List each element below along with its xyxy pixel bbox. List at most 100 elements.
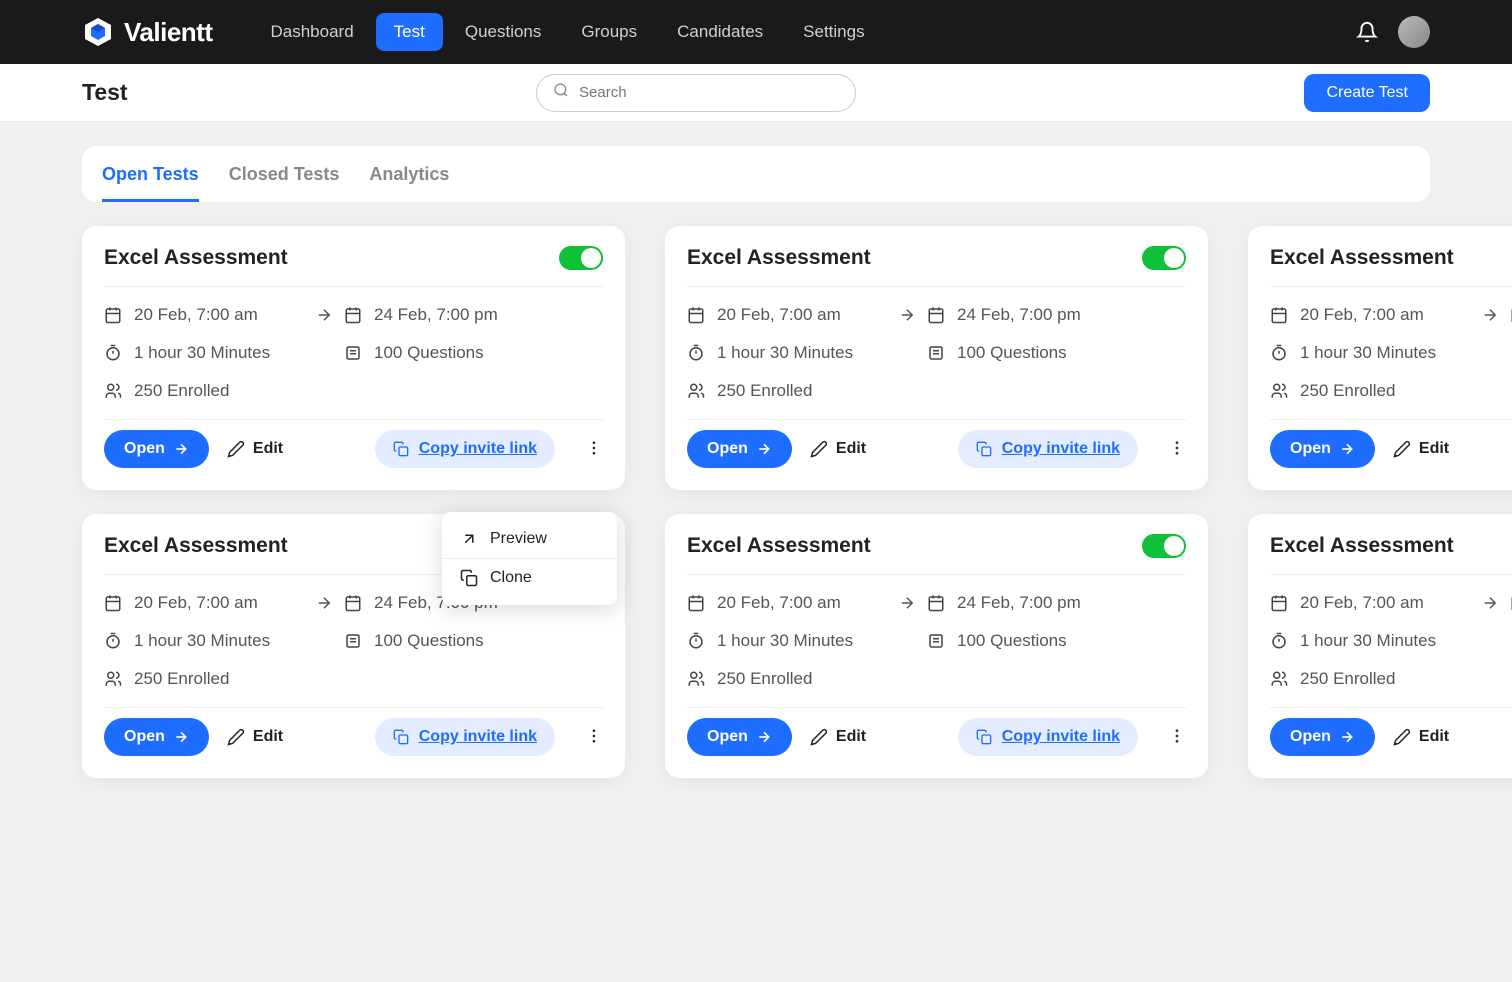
edit-button[interactable]: Edit xyxy=(810,440,866,458)
more-button[interactable] xyxy=(1168,727,1186,748)
logo-icon xyxy=(82,16,114,48)
arrow-right-icon xyxy=(1339,441,1355,457)
calendar-icon xyxy=(1270,594,1288,612)
open-button[interactable]: Open xyxy=(104,718,209,756)
calendar-icon xyxy=(687,306,705,324)
test-card: Excel Assessment 20 Feb, 7:00 am24 Feb, … xyxy=(665,514,1208,778)
end-date: 24 Feb, 7:00 pm xyxy=(374,305,498,325)
nav-settings[interactable]: Settings xyxy=(785,13,882,51)
cards-row-1: Excel Assessment 20 Feb, 7:00 am 24 Feb,… xyxy=(82,226,1512,490)
questions: 100 Questions xyxy=(374,343,484,363)
tab-closed-tests[interactable]: Closed Tests xyxy=(229,164,340,202)
more-button[interactable] xyxy=(1168,439,1186,460)
sub-header: Test Create Test xyxy=(0,64,1512,122)
search-box[interactable] xyxy=(536,74,856,112)
test-card: Excel Assessment 20 Feb, 7:00 am24 Feb, … xyxy=(1248,226,1512,490)
clone-icon xyxy=(460,569,478,587)
timer-icon xyxy=(687,344,705,362)
open-button[interactable]: Open xyxy=(687,718,792,756)
pencil-icon xyxy=(810,728,828,746)
edit-button[interactable]: Edit xyxy=(810,728,866,746)
questions-icon xyxy=(927,344,945,362)
arrow-right-icon xyxy=(756,441,772,457)
dropdown-clone[interactable]: Clone xyxy=(442,559,617,597)
copy-icon xyxy=(976,729,992,745)
edit-button[interactable]: Edit xyxy=(1393,728,1449,746)
tab-analytics[interactable]: Analytics xyxy=(369,164,449,202)
nav-candidates[interactable]: Candidates xyxy=(659,13,781,51)
dropdown-preview[interactable]: Preview xyxy=(442,520,617,559)
edit-button[interactable]: Edit xyxy=(227,728,283,746)
enrolled-icon xyxy=(1270,670,1288,688)
test-card: Excel Assessment 20 Feb, 7:00 am24 Feb, … xyxy=(665,226,1208,490)
arrow-right-icon xyxy=(1470,306,1510,324)
open-button[interactable]: Open xyxy=(1270,718,1375,756)
open-button[interactable]: Open xyxy=(104,430,209,468)
arrow-right-icon xyxy=(1470,594,1510,612)
nav-questions[interactable]: Questions xyxy=(447,13,560,51)
toggle-switch[interactable] xyxy=(1142,246,1186,270)
enrolled: 250 Enrolled xyxy=(134,381,229,401)
arrow-right-icon xyxy=(887,594,927,612)
card-title: Excel Assessment xyxy=(104,534,288,558)
edit-button[interactable]: Edit xyxy=(1393,440,1449,458)
brand-name: Valientt xyxy=(124,17,212,48)
nav-dashboard[interactable]: Dashboard xyxy=(252,13,371,51)
copy-icon xyxy=(393,729,409,745)
bell-icon[interactable] xyxy=(1356,21,1378,43)
arrow-right-icon xyxy=(173,729,189,745)
more-dropdown: Preview Clone xyxy=(442,512,617,605)
tab-open-tests[interactable]: Open Tests xyxy=(102,164,199,202)
card-title: Excel Assessment xyxy=(104,246,288,270)
nav-right xyxy=(1356,16,1430,48)
logo[interactable]: Valientt xyxy=(82,16,212,48)
questions-icon xyxy=(927,632,945,650)
tabs: Open Tests Closed Tests Analytics xyxy=(82,146,1430,202)
search-icon xyxy=(553,82,569,103)
calendar-icon xyxy=(104,306,122,324)
create-test-button[interactable]: Create Test xyxy=(1304,74,1430,112)
card-header: Excel Assessment xyxy=(104,246,603,287)
more-vertical-icon xyxy=(1168,439,1186,457)
copy-invite-button[interactable]: Copy invite link xyxy=(375,430,555,468)
top-navigation: Valientt Dashboard Test Questions Groups… xyxy=(0,0,1512,64)
test-card: Excel Assessment 20 Feb, 7:00 am 24 Feb,… xyxy=(82,226,625,490)
open-button[interactable]: Open xyxy=(687,430,792,468)
more-button[interactable] xyxy=(585,439,603,460)
card-title: Excel Assessment xyxy=(1270,534,1454,558)
pencil-icon xyxy=(810,440,828,458)
nav-groups[interactable]: Groups xyxy=(563,13,655,51)
test-card: Excel Assessment 20 Feb, 7:00 am24 Feb, … xyxy=(1248,514,1512,778)
more-vertical-icon xyxy=(585,439,603,457)
copy-invite-button[interactable]: Copy invite link xyxy=(958,430,1138,468)
calendar-icon xyxy=(687,594,705,612)
more-vertical-icon xyxy=(585,727,603,745)
more-vertical-icon xyxy=(1168,727,1186,745)
nav-test[interactable]: Test xyxy=(376,13,443,51)
start-date: 20 Feb, 7:00 am xyxy=(134,305,258,325)
edit-button[interactable]: Edit xyxy=(227,440,283,458)
pencil-icon xyxy=(227,728,245,746)
copy-invite-button[interactable]: Copy invite link xyxy=(958,718,1138,756)
questions-icon xyxy=(344,632,362,650)
preview-icon xyxy=(460,530,478,548)
copy-invite-button[interactable]: Copy invite link xyxy=(375,718,555,756)
timer-icon xyxy=(1270,632,1288,650)
arrow-right-icon xyxy=(887,306,927,324)
more-button[interactable] xyxy=(585,727,603,748)
toggle-switch[interactable] xyxy=(1142,534,1186,558)
pencil-icon xyxy=(1393,440,1411,458)
card-body: 20 Feb, 7:00 am 24 Feb, 7:00 pm 1 hour 3… xyxy=(104,287,603,401)
pencil-icon xyxy=(1393,728,1411,746)
search-input[interactable] xyxy=(579,84,839,101)
enrolled-icon xyxy=(104,670,122,688)
toggle-switch[interactable] xyxy=(559,246,603,270)
avatar[interactable] xyxy=(1398,16,1430,48)
duration: 1 hour 30 Minutes xyxy=(134,343,270,363)
enrolled-icon xyxy=(104,382,122,400)
enrolled-icon xyxy=(1270,382,1288,400)
nav-menu: Dashboard Test Questions Groups Candidat… xyxy=(252,13,882,51)
card-title: Excel Assessment xyxy=(687,246,871,270)
card-title: Excel Assessment xyxy=(1270,246,1454,270)
open-button[interactable]: Open xyxy=(1270,430,1375,468)
